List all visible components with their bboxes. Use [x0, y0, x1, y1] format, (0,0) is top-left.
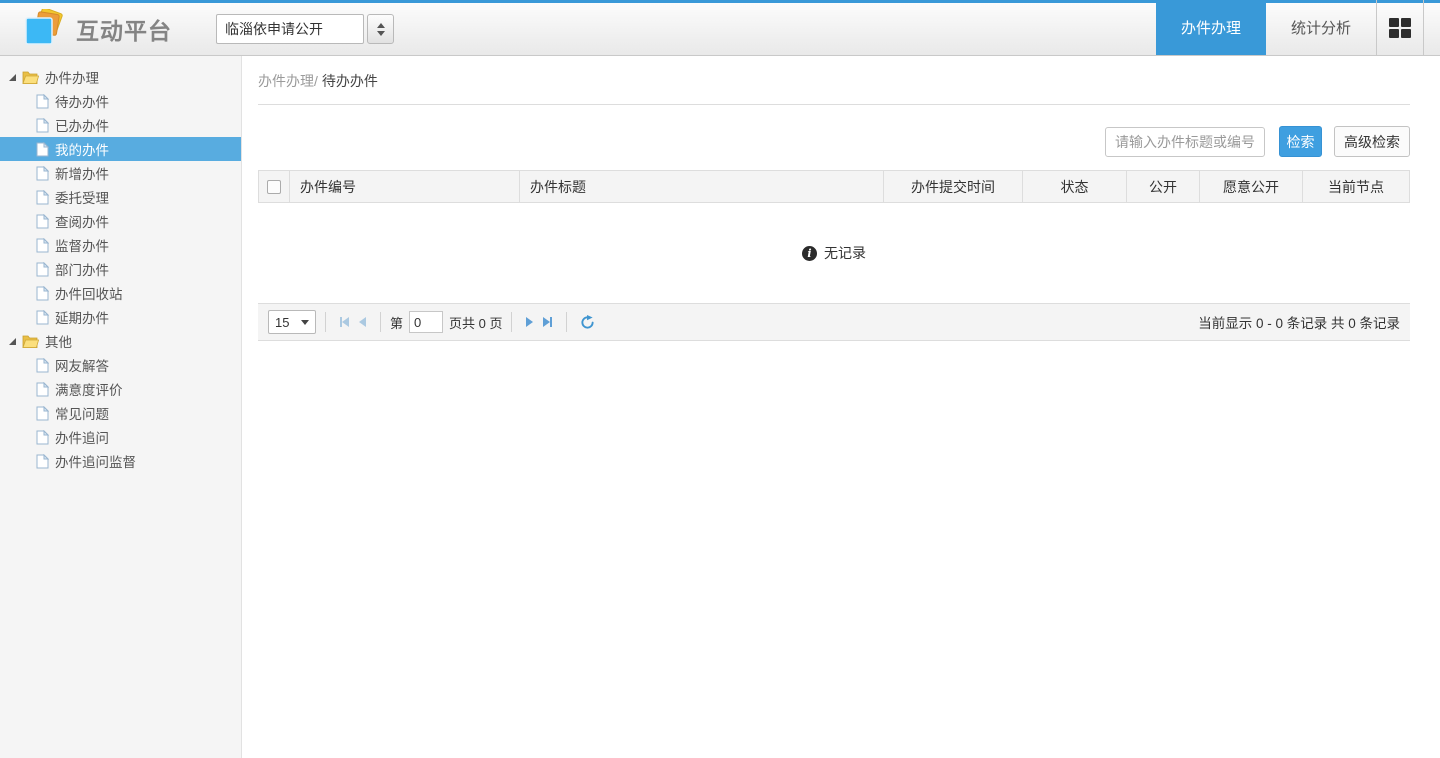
app-header: 互动平台 办件办理 统计分析	[0, 0, 1440, 56]
page-label-suffix: 页共 0 页	[449, 313, 502, 332]
sidebar-item-done[interactable]: 已办办件	[0, 113, 241, 137]
last-page-icon	[543, 317, 550, 327]
document-icon	[36, 166, 49, 181]
refresh-button[interactable]	[580, 315, 595, 330]
breadcrumb-parent[interactable]: 办件办理/	[258, 73, 318, 89]
prev-page-icon	[359, 317, 366, 327]
triangle-expand-icon	[9, 74, 16, 81]
page-size-value: 15	[275, 315, 289, 330]
sidebar-folder-case-handling[interactable]: 办件办理	[0, 65, 241, 89]
sidebar-item-mine[interactable]: 我的办件	[0, 137, 241, 161]
sidebar-folder-other[interactable]: 其他	[0, 329, 241, 353]
document-icon	[36, 238, 49, 253]
sidebar-item-netizen-answers[interactable]: 网友解答	[0, 353, 241, 377]
sidebar-tree: 办件办理 待办办件 已办办件 我的办件 新增办件 委托受理 查阅办件 监督办	[0, 56, 242, 758]
triangle-expand-icon	[9, 338, 16, 345]
sidebar-item-recycle[interactable]: 办件回收站	[0, 281, 241, 305]
grid-icon	[1389, 18, 1411, 38]
main-content: 办件办理/待办办件 检索 高级检索 办件编号 办件标题 办件提交时间 状态 公开…	[242, 56, 1440, 758]
region-select-input[interactable]	[216, 14, 364, 44]
first-page-button[interactable]	[340, 317, 349, 327]
column-header-willing-public[interactable]: 愿意公开	[1199, 171, 1302, 202]
column-header-submit-time[interactable]: 办件提交时间	[883, 171, 1022, 202]
app-title: 互动平台	[76, 12, 172, 46]
document-icon	[36, 262, 49, 277]
document-icon	[36, 214, 49, 229]
records-summary: 当前显示 0 - 0 条记录 共 0 条记录	[1198, 312, 1400, 332]
document-icon	[36, 142, 49, 157]
document-icon	[36, 406, 49, 421]
document-icon	[36, 190, 49, 205]
document-icon	[36, 286, 49, 301]
sidebar-item-followup-supervision[interactable]: 办件追问监督	[0, 449, 241, 473]
folder-icon	[22, 70, 39, 84]
search-input[interactable]	[1105, 127, 1265, 157]
document-icon	[36, 118, 49, 133]
tab-statistics[interactable]: 统计分析	[1266, 0, 1376, 55]
sidebar-item-followup[interactable]: 办件追问	[0, 425, 241, 449]
next-page-button[interactable]	[526, 317, 533, 327]
table-header-row: 办件编号 办件标题 办件提交时间 状态 公开 愿意公开 当前节点	[258, 170, 1410, 203]
column-header-case-number[interactable]: 办件编号	[289, 171, 519, 202]
empty-records-area: i 无记录	[258, 203, 1410, 303]
column-header-current-node[interactable]: 当前节点	[1302, 171, 1409, 202]
apps-menu-button[interactable]	[1376, 0, 1424, 55]
select-all-cell	[259, 171, 289, 202]
search-toolbar: 检索 高级检索	[258, 126, 1410, 157]
folder-icon	[22, 334, 39, 348]
column-header-case-title[interactable]: 办件标题	[519, 171, 883, 202]
document-icon	[36, 430, 49, 445]
sidebar-item-delayed[interactable]: 延期办件	[0, 305, 241, 329]
select-all-checkbox[interactable]	[267, 180, 281, 194]
info-icon: i	[802, 246, 817, 261]
sidebar-item-review[interactable]: 查阅办件	[0, 209, 241, 233]
region-combobox	[216, 14, 394, 44]
sidebar-item-faq[interactable]: 常见问题	[0, 401, 241, 425]
sidebar-item-department[interactable]: 部门办件	[0, 257, 241, 281]
document-icon	[36, 358, 49, 373]
prev-page-button[interactable]	[359, 317, 366, 327]
pagination-bar: 15 第 页共 0 页 当前显示 0 - 0 条记录 共 0 条记录	[258, 303, 1410, 341]
breadcrumb-current: 待办办件	[322, 73, 378, 89]
search-button[interactable]: 检索	[1279, 126, 1322, 157]
caret-down-icon	[301, 320, 309, 325]
sidebar-folder-label: 其他	[45, 331, 72, 351]
page-label-prefix: 第	[390, 313, 403, 332]
sidebar-item-new[interactable]: 新增办件	[0, 161, 241, 185]
last-page-button[interactable]	[543, 317, 552, 327]
sidebar-item-pending[interactable]: 待办办件	[0, 89, 241, 113]
chevron-up-down-icon[interactable]	[367, 14, 394, 44]
column-header-status[interactable]: 状态	[1022, 171, 1126, 202]
refresh-icon	[580, 315, 595, 330]
next-page-icon	[526, 317, 533, 327]
empty-records-message: 无记录	[824, 243, 866, 263]
page-number-input[interactable]	[409, 311, 443, 333]
breadcrumb-divider	[258, 104, 1410, 105]
document-icon	[36, 454, 49, 469]
tab-case-handling[interactable]: 办件办理	[1156, 0, 1266, 55]
sidebar-item-satisfaction[interactable]: 满意度评价	[0, 377, 241, 401]
sidebar-folder-label: 办件办理	[45, 67, 99, 87]
document-icon	[36, 94, 49, 109]
page-size-select[interactable]: 15	[268, 310, 316, 334]
breadcrumb: 办件办理/待办办件	[258, 70, 1410, 91]
sidebar-item-delegated[interactable]: 委托受理	[0, 185, 241, 209]
column-header-public[interactable]: 公开	[1126, 171, 1199, 202]
sidebar-item-supervise[interactable]: 监督办件	[0, 233, 241, 257]
document-icon	[36, 382, 49, 397]
advanced-search-button[interactable]: 高级检索	[1334, 126, 1410, 157]
document-icon	[36, 310, 49, 325]
logo-icon	[22, 9, 64, 49]
top-tabs: 办件办理 统计分析	[1156, 0, 1424, 55]
